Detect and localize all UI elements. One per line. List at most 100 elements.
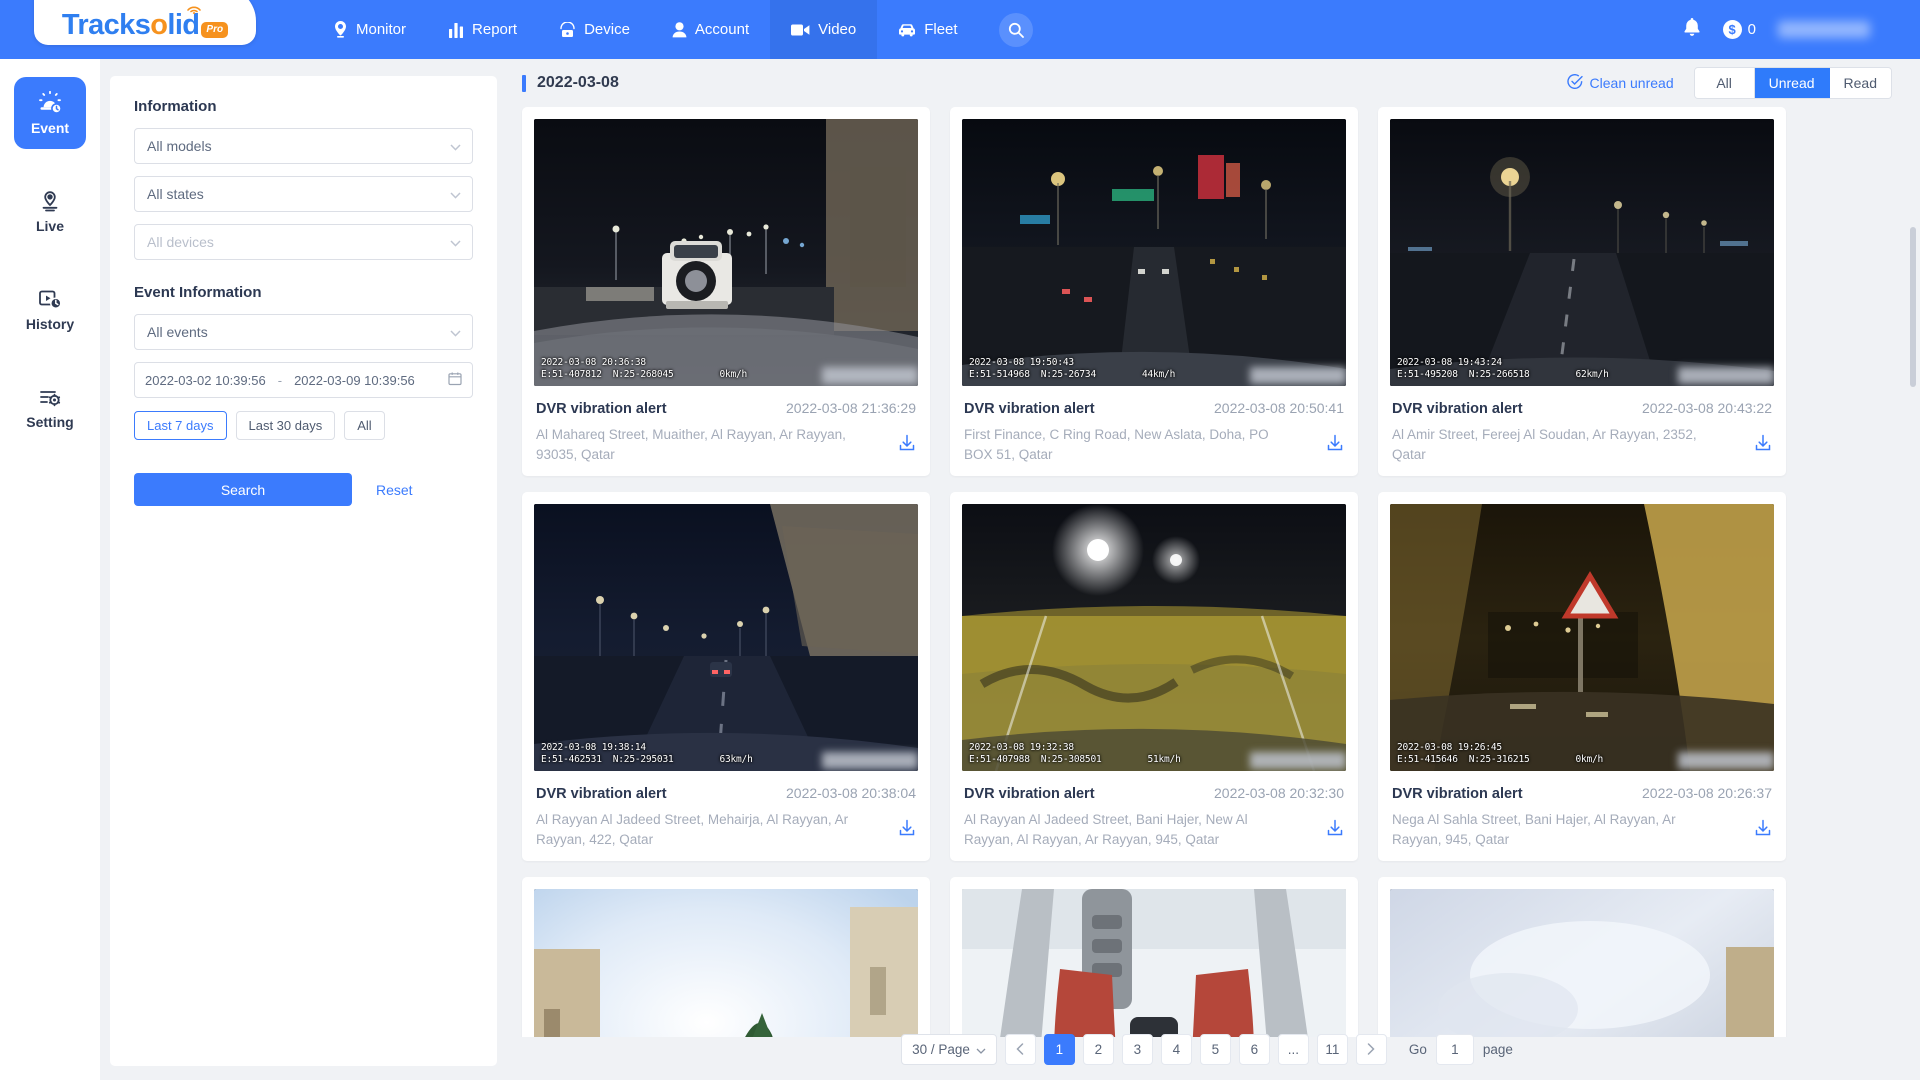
event-card-footer: Al Amir Street, Fereej Al Soudan, Ar Ray… — [1392, 425, 1772, 464]
download-icon[interactable] — [1754, 810, 1772, 842]
bell-icon[interactable] — [1683, 17, 1701, 42]
event-card[interactable]: 2022-03-08 19:26:45 E:51-415646 N:25-3162… — [1378, 492, 1786, 862]
download-icon[interactable] — [898, 810, 916, 842]
pagination-page-2[interactable]: 2 — [1082, 1033, 1114, 1065]
credit-balance[interactable]: $ 0 — [1722, 20, 1756, 39]
sidebar-label: Setting — [26, 413, 74, 430]
event-thumbnail[interactable]: 2022-03-08 20:36:38 E:51-407812 N:25-2680… — [534, 119, 918, 386]
osd-masked-region — [1678, 752, 1774, 770]
nav-item-account[interactable]: Account — [651, 0, 770, 59]
filter-unread[interactable]: Unread — [1754, 68, 1830, 98]
event-address: Nega Al Sahla Street, Bani Hajer, Al Ray… — [1392, 812, 1676, 847]
user-account-name[interactable] — [1778, 21, 1870, 38]
page-size-select[interactable]: 30 / Page — [901, 1033, 997, 1065]
pagination-page-5[interactable]: 5 — [1199, 1033, 1231, 1065]
event-card[interactable]: 2022-03-08 20:36:38 E:51-407812 N:25-2680… — [522, 107, 930, 477]
sidebar-item-setting[interactable]: Setting — [14, 371, 86, 443]
download-icon[interactable] — [1326, 810, 1344, 842]
main-navigation: Monitor Report Device Account Video Flee… — [312, 0, 1033, 59]
reset-button[interactable]: Reset — [376, 482, 413, 498]
nav-item-monitor[interactable]: Monitor — [312, 0, 427, 59]
event-card[interactable]: 2022-03-08 19:50:43 E:51-514968 N:25-2673… — [950, 107, 1358, 477]
pagination-page-6[interactable]: 6 — [1238, 1033, 1270, 1065]
filter-read[interactable]: Read — [1829, 68, 1891, 98]
nav-item-device[interactable]: Device — [538, 0, 651, 59]
pagination-page-3[interactable]: 3 — [1121, 1033, 1153, 1065]
information-section-title: Information — [134, 98, 217, 115]
pagination-ellipsis[interactable]: ... — [1277, 1033, 1309, 1065]
state-select[interactable]: All states — [134, 176, 473, 212]
nav-label: Fleet — [924, 21, 958, 38]
go-label: Go — [1408, 1041, 1427, 1057]
filter-all[interactable]: All — [1694, 68, 1755, 98]
event-thumbnail[interactable] — [534, 889, 918, 1037]
wifi-waves-icon — [184, 0, 204, 17]
video-osd-overlay: 2022-03-08 19:32:38 E:51-407988 N:25-3085… — [969, 742, 1181, 766]
event-thumbnail[interactable] — [962, 889, 1346, 1037]
event-address: Al Rayyan Al Jadeed Street, Mehairja, Al… — [536, 812, 849, 847]
vertical-scrollbar[interactable] — [1910, 227, 1916, 387]
event-thumbnail[interactable]: 2022-03-08 19:32:38 E:51-407988 N:25-3085… — [962, 504, 1346, 772]
pagination-page-11[interactable]: 11 — [1316, 1033, 1348, 1065]
clean-unread-button[interactable]: Clean unread — [1566, 73, 1674, 93]
event-card[interactable] — [522, 877, 930, 1037]
nav-label: Report — [472, 21, 518, 38]
quick-range-all[interactable]: All — [344, 411, 385, 440]
download-icon[interactable] — [1326, 425, 1344, 457]
chevron-down-icon — [450, 324, 461, 340]
pagination-page-4[interactable]: 4 — [1160, 1033, 1192, 1065]
filter-actions: Search Reset — [134, 473, 473, 506]
event-thumbnail[interactable]: 2022-03-08 19:43:24 E:51-495208 N:25-2665… — [1390, 119, 1774, 386]
device-icon — [559, 21, 576, 38]
quick-range-group: Last 7 days Last 30 days All — [134, 411, 473, 440]
event-card[interactable]: 2022-03-08 19:38:14 E:51-462531 N:25-2950… — [522, 492, 930, 862]
osd-line1: 2022-03-08 20:36:38 — [541, 357, 646, 369]
dashcam-still-night-glare-road — [962, 504, 1346, 772]
event-card[interactable] — [1378, 877, 1786, 1037]
page-size-value: 30 / Page — [912, 1041, 970, 1057]
device-select[interactable]: All devices — [134, 224, 473, 260]
page-title: 2022-03-08 — [537, 74, 619, 91]
brand-logo[interactable]: Tracksolid Pro — [34, 0, 256, 45]
nav-item-video[interactable]: Video — [770, 0, 878, 59]
chevron-down-icon — [450, 138, 461, 154]
osd-masked-region — [822, 367, 918, 384]
event-thumbnail[interactable]: 2022-03-08 19:38:14 E:51-462531 N:25-2950… — [534, 504, 918, 772]
history-playback-icon — [37, 287, 63, 311]
event-type-select[interactable]: All events — [134, 314, 473, 350]
sidebar-label: History — [25, 315, 75, 332]
search-button[interactable]: Search — [134, 473, 352, 506]
event-card[interactable] — [950, 877, 1358, 1037]
sidebar-item-history[interactable]: History — [14, 273, 86, 345]
date-range-picker[interactable]: 2022-03-02 10:39:56 - 2022-03-09 10:39:5… — [134, 362, 473, 398]
go-page-input[interactable] — [1435, 1033, 1474, 1065]
sidebar-item-live[interactable]: Live — [14, 175, 86, 247]
nav-item-report[interactable]: Report — [427, 0, 538, 59]
search-icon[interactable] — [998, 12, 1033, 47]
event-thumbnail[interactable] — [1390, 889, 1774, 1037]
event-card[interactable]: 2022-03-08 19:32:38 E:51-407988 N:25-3085… — [950, 492, 1358, 862]
pagination-bar: 30 / Page 1 2 3 4 5 6 ... 11 Go page — [510, 1018, 1920, 1080]
pagination-page-1[interactable]: 1 — [1043, 1033, 1075, 1065]
pagination-prev[interactable] — [1004, 1033, 1036, 1065]
quick-range-last-30-days[interactable]: Last 30 days — [235, 411, 336, 440]
event-grid-scroll[interactable]: 2022-03-08 20:36:38 E:51-407812 N:25-2680… — [510, 107, 1920, 1037]
download-icon[interactable] — [1754, 425, 1772, 457]
quick-range-last-7-days[interactable]: Last 7 days — [134, 411, 227, 440]
download-icon[interactable] — [898, 425, 916, 457]
sidebar-item-event[interactable]: Event — [14, 77, 86, 149]
event-card-header: DVR vibration alert 2022-03-08 20:26:37 — [1392, 785, 1772, 802]
event-card-header: DVR vibration alert 2022-03-08 20:38:04 — [536, 785, 916, 802]
event-address: First Finance, C Ring Road, New Aslata, … — [964, 427, 1269, 462]
nav-label: Monitor — [356, 21, 407, 38]
event-thumbnail[interactable]: 2022-03-08 19:26:45 E:51-415646 N:25-3162… — [1390, 504, 1774, 772]
nav-item-fleet[interactable]: Fleet — [877, 0, 978, 59]
osd-masked-region — [1250, 367, 1346, 384]
pagination-next[interactable] — [1355, 1033, 1387, 1065]
logo-pro-badge: Pro — [201, 22, 229, 38]
model-select[interactable]: All models — [134, 128, 473, 164]
event-thumbnail[interactable]: 2022-03-08 19:50:43 E:51-514968 N:25-2673… — [962, 119, 1346, 386]
calendar-icon — [448, 372, 462, 389]
sidebar-label: Live — [35, 217, 64, 234]
event-card[interactable]: 2022-03-08 19:43:24 E:51-495208 N:25-2665… — [1378, 107, 1786, 477]
